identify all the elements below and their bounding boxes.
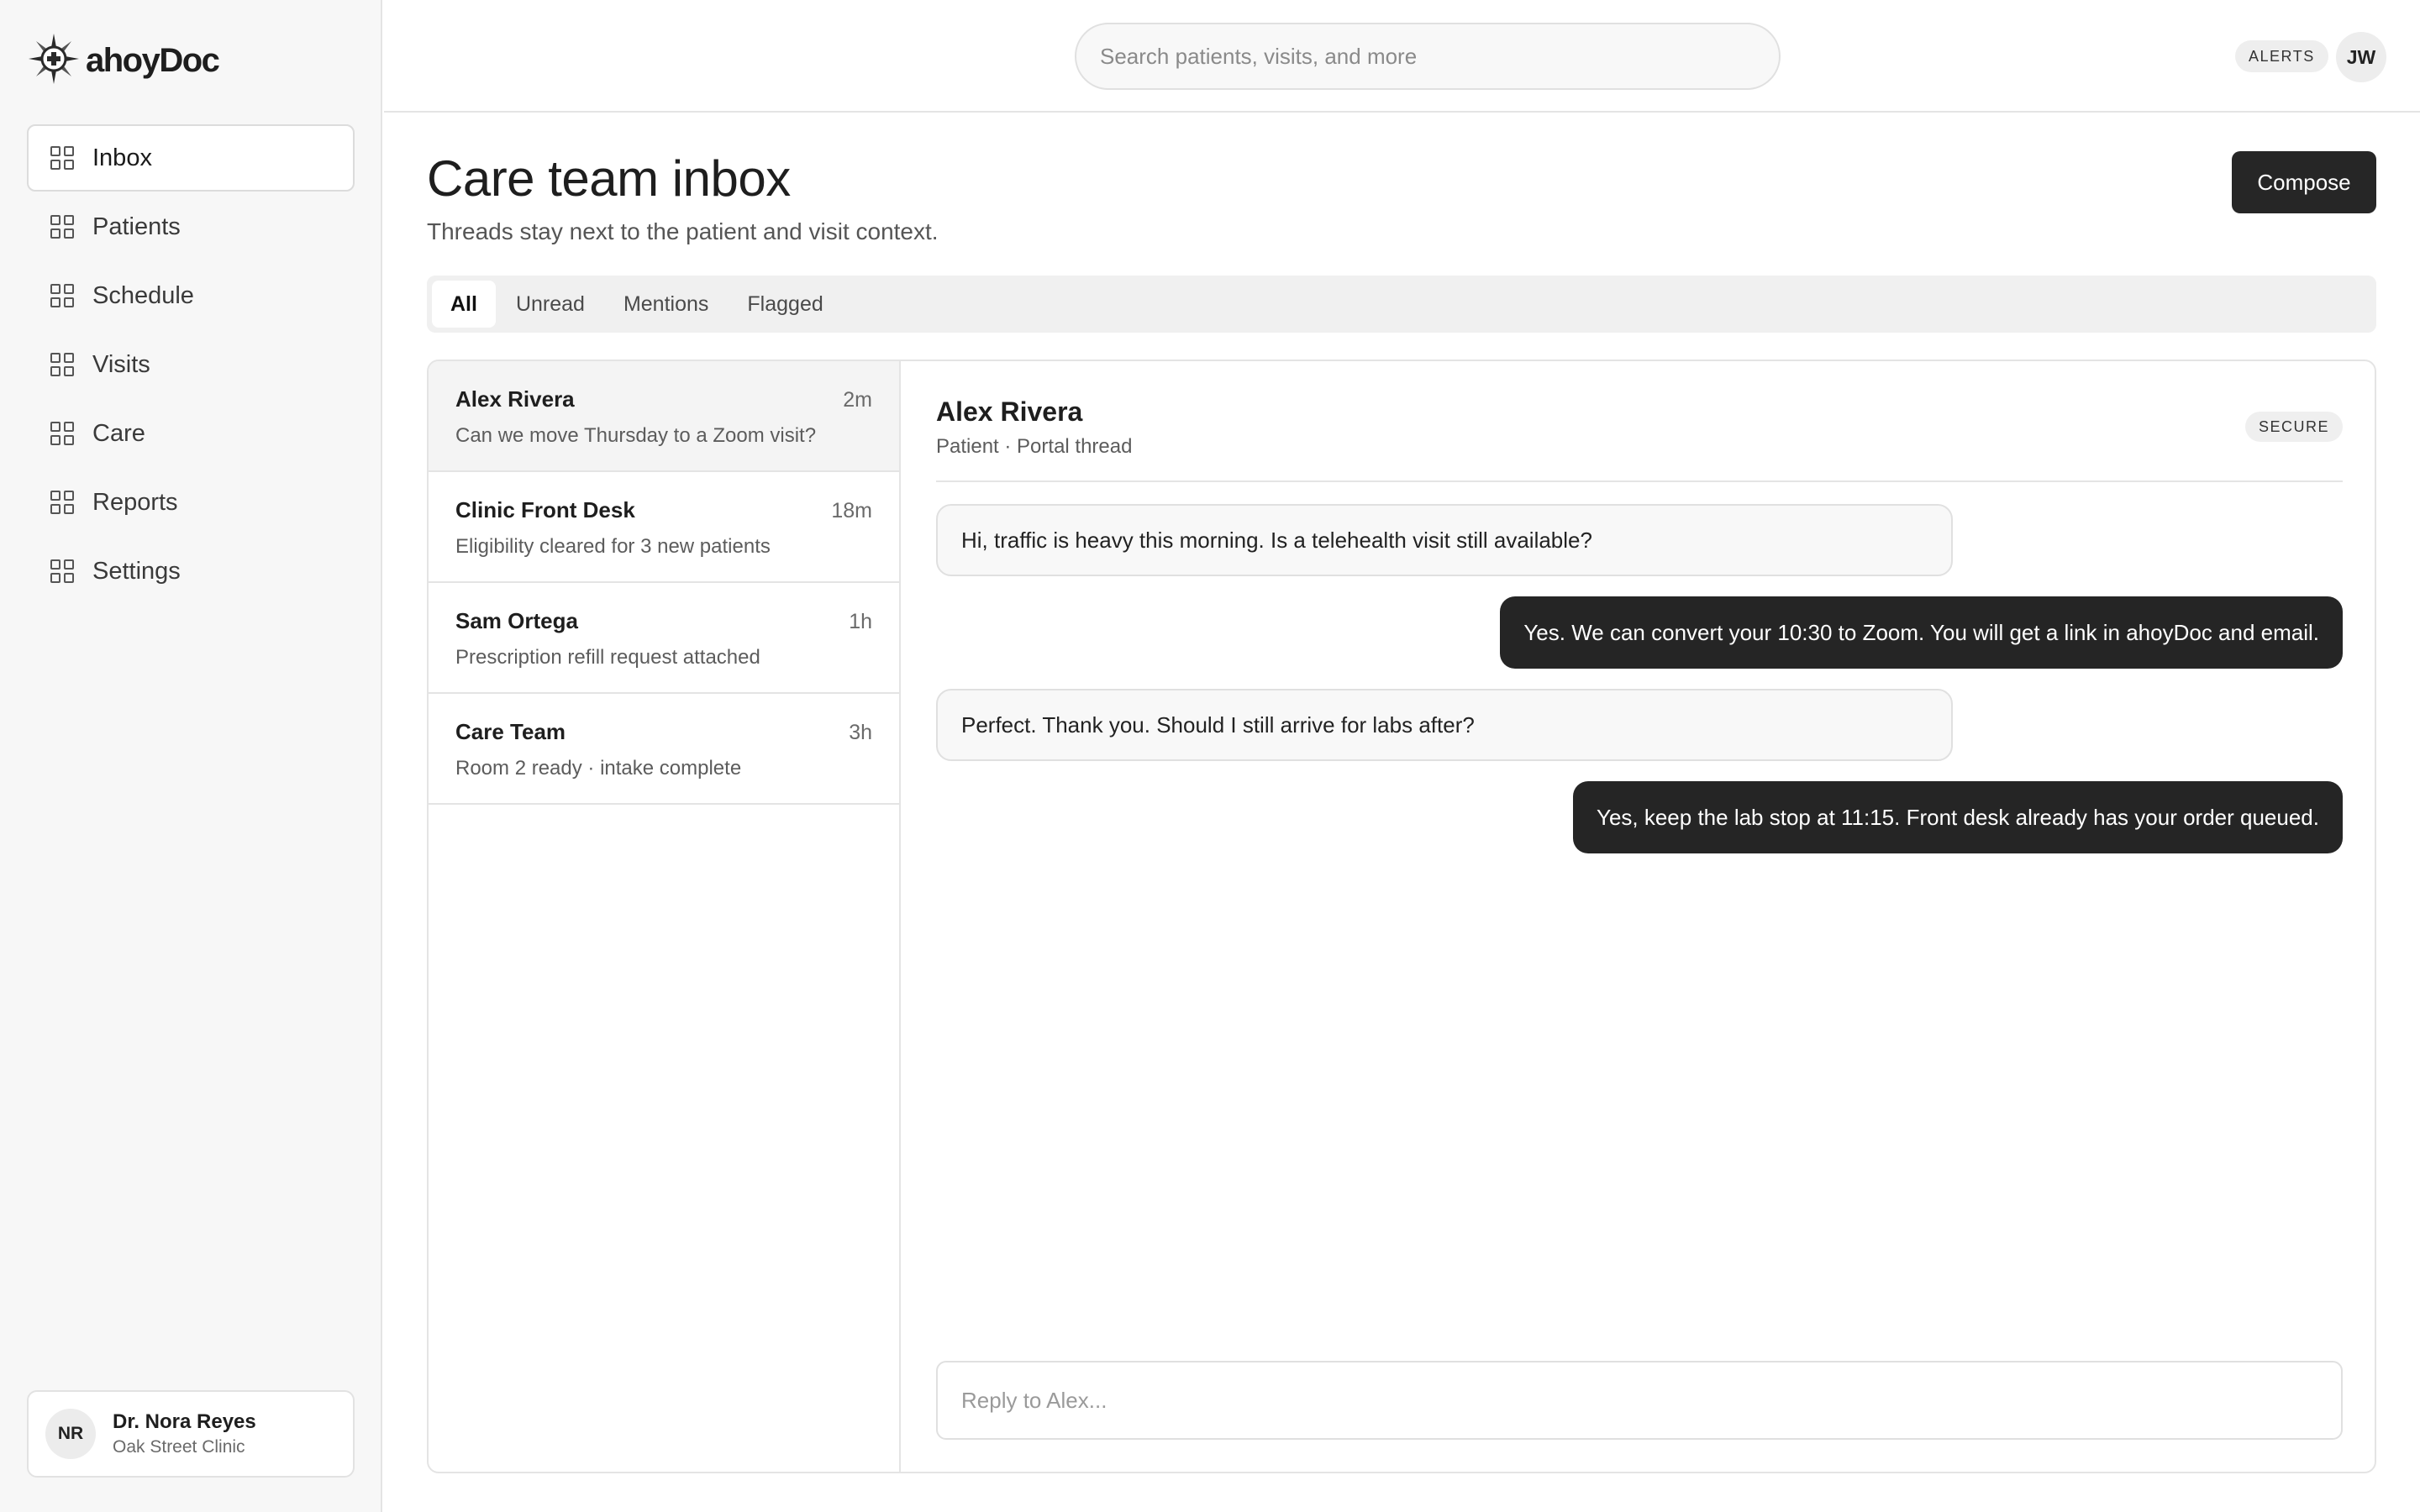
reply-input[interactable] <box>936 1361 2343 1440</box>
thread-list: Alex Rivera 2m Can we move Thursday to a… <box>429 361 901 1472</box>
conversation-meta: Patient · Portal thread <box>936 435 1133 458</box>
thread-name: Clinic Front Desk <box>455 497 635 522</box>
message-outgoing: Yes, keep the lab stop at 11:15. Front d… <box>1572 781 2343 853</box>
sidebar-item-label: Settings <box>92 557 181 585</box>
grid-icon <box>50 491 74 514</box>
thread-preview: Eligibility cleared for 3 new patients <box>455 535 771 558</box>
sidebar: ahoyDoc Inbox Patients Schedule Visits C… <box>0 0 382 1512</box>
sidebar-item-label: Care <box>92 419 145 447</box>
alerts-button[interactable]: ALERTS <box>2235 40 2328 72</box>
page-title: Care team inbox <box>427 150 791 207</box>
search-input[interactable] <box>1075 23 1781 90</box>
thread-preview: Can we move Thursday to a Zoom visit? <box>455 424 817 447</box>
sidebar-item-visits[interactable]: Visits <box>27 331 355 398</box>
avatar: NR <box>45 1409 96 1459</box>
thread-preview: Prescription refill request attached <box>455 646 760 669</box>
thread-name: Alex Rivera <box>455 386 575 412</box>
compose-button[interactable]: Compose <box>2232 151 2376 213</box>
current-user-card[interactable]: NR Dr. Nora Reyes Oak Street Clinic <box>27 1390 355 1478</box>
topbar: ALERTS JW <box>384 0 2420 113</box>
thread-time: 2m <box>843 388 872 412</box>
thread-item[interactable]: Clinic Front Desk 18m Eligibility cleare… <box>429 472 899 583</box>
filter-tabs: All Unread Mentions Flagged <box>427 276 2376 333</box>
grid-icon <box>50 284 74 307</box>
message-incoming: Perfect. Thank you. Should I still arriv… <box>936 689 1953 761</box>
thread-item[interactable]: Alex Rivera 2m Can we move Thursday to a… <box>429 361 899 472</box>
thread-item[interactable]: Care Team 3h Room 2 ready · intake compl… <box>429 694 899 805</box>
sidebar-item-reports[interactable]: Reports <box>27 469 355 536</box>
secure-badge: SECURE <box>2244 412 2343 442</box>
grid-icon <box>50 215 74 239</box>
sidebar-nav: Inbox Patients Schedule Visits Care Repo… <box>27 124 355 606</box>
sidebar-item-patients[interactable]: Patients <box>27 193 355 260</box>
thread-item[interactable]: Sam Ortega 1h Prescription refill reques… <box>429 583 899 694</box>
sidebar-item-label: Schedule <box>92 281 194 309</box>
message-incoming: Hi, traffic is heavy this morning. Is a … <box>936 504 1953 576</box>
sidebar-item-inbox[interactable]: Inbox <box>27 124 355 192</box>
grid-icon <box>50 422 74 445</box>
page-subtitle: Threads stay next to the patient and vis… <box>427 218 939 244</box>
thread-name: Sam Ortega <box>455 608 578 633</box>
tab-unread[interactable]: Unread <box>497 281 603 328</box>
sidebar-item-care[interactable]: Care <box>27 400 355 467</box>
message-outgoing: Yes. We can convert your 10:30 to Zoom. … <box>1500 596 2343 669</box>
tab-all[interactable]: All <box>432 281 496 328</box>
thread-preview: Room 2 ready · intake complete <box>455 757 742 780</box>
app-root: ahoyDoc Inbox Patients Schedule Visits C… <box>0 0 2420 1512</box>
thread-time: 18m <box>831 499 872 522</box>
user-name: Dr. Nora Reyes <box>113 1410 256 1433</box>
conversation-pane: Alex Rivera Patient · Portal thread SECU… <box>902 361 2375 1472</box>
thread-time: 3h <box>849 721 872 744</box>
brand-logo[interactable]: ahoyDoc <box>27 32 220 90</box>
sidebar-item-label: Inbox <box>92 144 152 171</box>
thread-time: 1h <box>849 610 872 633</box>
compass-icon <box>27 32 81 90</box>
grid-icon <box>50 353 74 376</box>
avatar[interactable]: JW <box>2336 32 2386 82</box>
grid-icon <box>50 146 74 170</box>
user-org: Oak Street Clinic <box>113 1437 245 1457</box>
sidebar-item-schedule[interactable]: Schedule <box>27 262 355 329</box>
brand-name: ahoyDoc <box>86 42 220 79</box>
inbox-panel: Alex Rivera 2m Can we move Thursday to a… <box>427 360 2376 1473</box>
thread-name: Care Team <box>455 719 566 744</box>
conversation-title: Alex Rivera <box>936 396 1083 427</box>
tab-flagged[interactable]: Flagged <box>729 281 841 328</box>
divider <box>936 480 2343 482</box>
sidebar-item-label: Patients <box>92 213 181 240</box>
sidebar-item-label: Visits <box>92 350 150 378</box>
sidebar-item-settings[interactable]: Settings <box>27 538 355 605</box>
grid-icon <box>50 559 74 583</box>
sidebar-item-label: Reports <box>92 488 178 516</box>
tab-mentions[interactable]: Mentions <box>605 281 727 328</box>
